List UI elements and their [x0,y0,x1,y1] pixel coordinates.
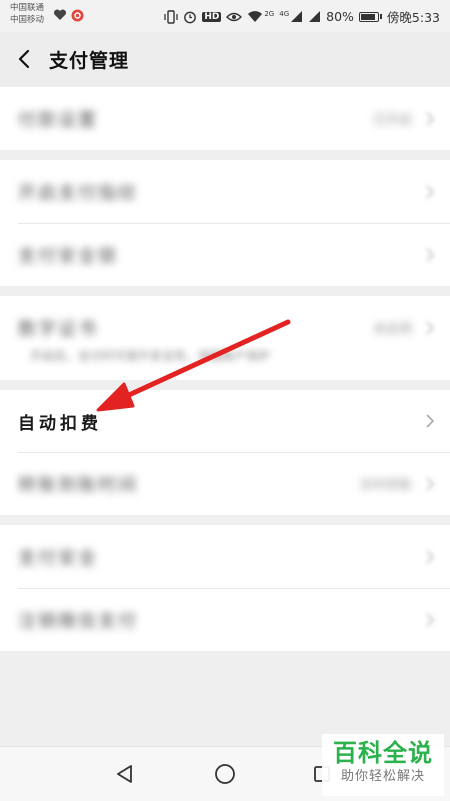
group-1: 付款设置 已开启 [0,87,450,150]
auto-deduction-label: 自动扣费 [18,413,102,434]
signal-tag: 4G [279,10,290,18]
back-button[interactable] [2,32,46,86]
row-label: 付款设置 [18,109,98,131]
signal-2-icon [309,11,321,22]
row-payment-settings[interactable]: 付款设置 已开启 [0,87,450,150]
status-bar: 中国联通 中国移动 HD 2G 4G 80% 傍晚5:33 [0,0,450,32]
status-right: HD 2G 4G 80% 傍晚5:33 [164,7,440,26]
row-value: 实时到账 [359,478,412,493]
battery-icon [358,11,379,22]
health-heart-icon [53,9,67,20]
nav-home-button[interactable] [211,760,239,788]
chevron-right-icon [426,184,435,199]
group-5: 支付安全 注销微信支付 [0,525,450,651]
row-label: 支付安全 [18,547,98,569]
row-close-wallet[interactable]: 注销微信支付 [0,588,450,651]
signal-icon [291,11,303,22]
app-notification-icon [71,9,84,22]
watermark-logo: 百科全说 助你轻松解决 [322,734,444,796]
vibrate-icon [164,9,178,24]
chevron-right-icon [426,476,435,491]
chevron-right-icon [426,320,435,335]
group-2: 开启支付指纹 支付安全锁 [0,160,450,286]
circle-home-icon [215,764,235,784]
watermark-title: 百科全说 [333,739,433,767]
wifi-indicator: 2G [247,10,274,23]
chevron-right-icon [426,111,435,126]
chevron-right-icon [426,414,435,428]
row-fingerprint[interactable]: 开启支付指纹 [0,160,450,223]
row-label: 开启支付指纹 [18,182,138,204]
cell-indicator: 4G [279,10,303,23]
chevron-right-icon [426,247,435,262]
page-title: 支付管理 [49,49,130,72]
row-description: 开启后，支付时可提升安全性，增强账户保护 [30,349,271,363]
nav-back-button[interactable] [111,760,139,788]
back-arrow-icon [18,49,30,69]
clock: 傍晚5:33 [386,10,440,25]
row-value: 未启用 [372,322,412,337]
notification-icons [53,9,84,22]
battery-tip [379,14,382,19]
triangle-back-icon [117,765,132,783]
chevron-right-icon [426,549,435,564]
wifi-icon [248,11,263,22]
row-transfer-time[interactable]: 转账到账时间 实时到账 [0,452,450,515]
eye-comfort-icon [226,12,243,21]
row-label: 注销微信支付 [18,610,138,632]
row-payment-security[interactable]: 支付安全 [0,525,450,588]
row-label: 数字证书 [18,318,98,340]
hd-badge: HD [202,11,222,22]
row-auto-deduction[interactable]: 自动扣费 [0,390,450,452]
alarm-icon [184,11,197,23]
group-4: 自动扣费 转账到账时间 实时到账 [0,390,450,515]
battery-percent: 80% [326,9,354,24]
wifi-tag: 2G [264,10,275,18]
row-security-lock[interactable]: 支付安全锁 [0,223,450,286]
watermark-subtitle: 助你轻松解决 [340,769,425,784]
app-header: 支付管理 [0,32,450,87]
row-label: 转账到账时间 [18,474,138,496]
row-label: 支付安全锁 [18,245,118,267]
row-value: 已开启 [372,113,412,128]
group-3: 数字证书 未启用 开启后，支付时可提升安全性，增强账户保护 [0,296,450,380]
chevron-right-icon [426,612,435,627]
settings-list: 付款设置 已开启 开启支付指纹 支付安全锁 数字证书 未启用 开启后，支付时可提… [0,86,450,746]
